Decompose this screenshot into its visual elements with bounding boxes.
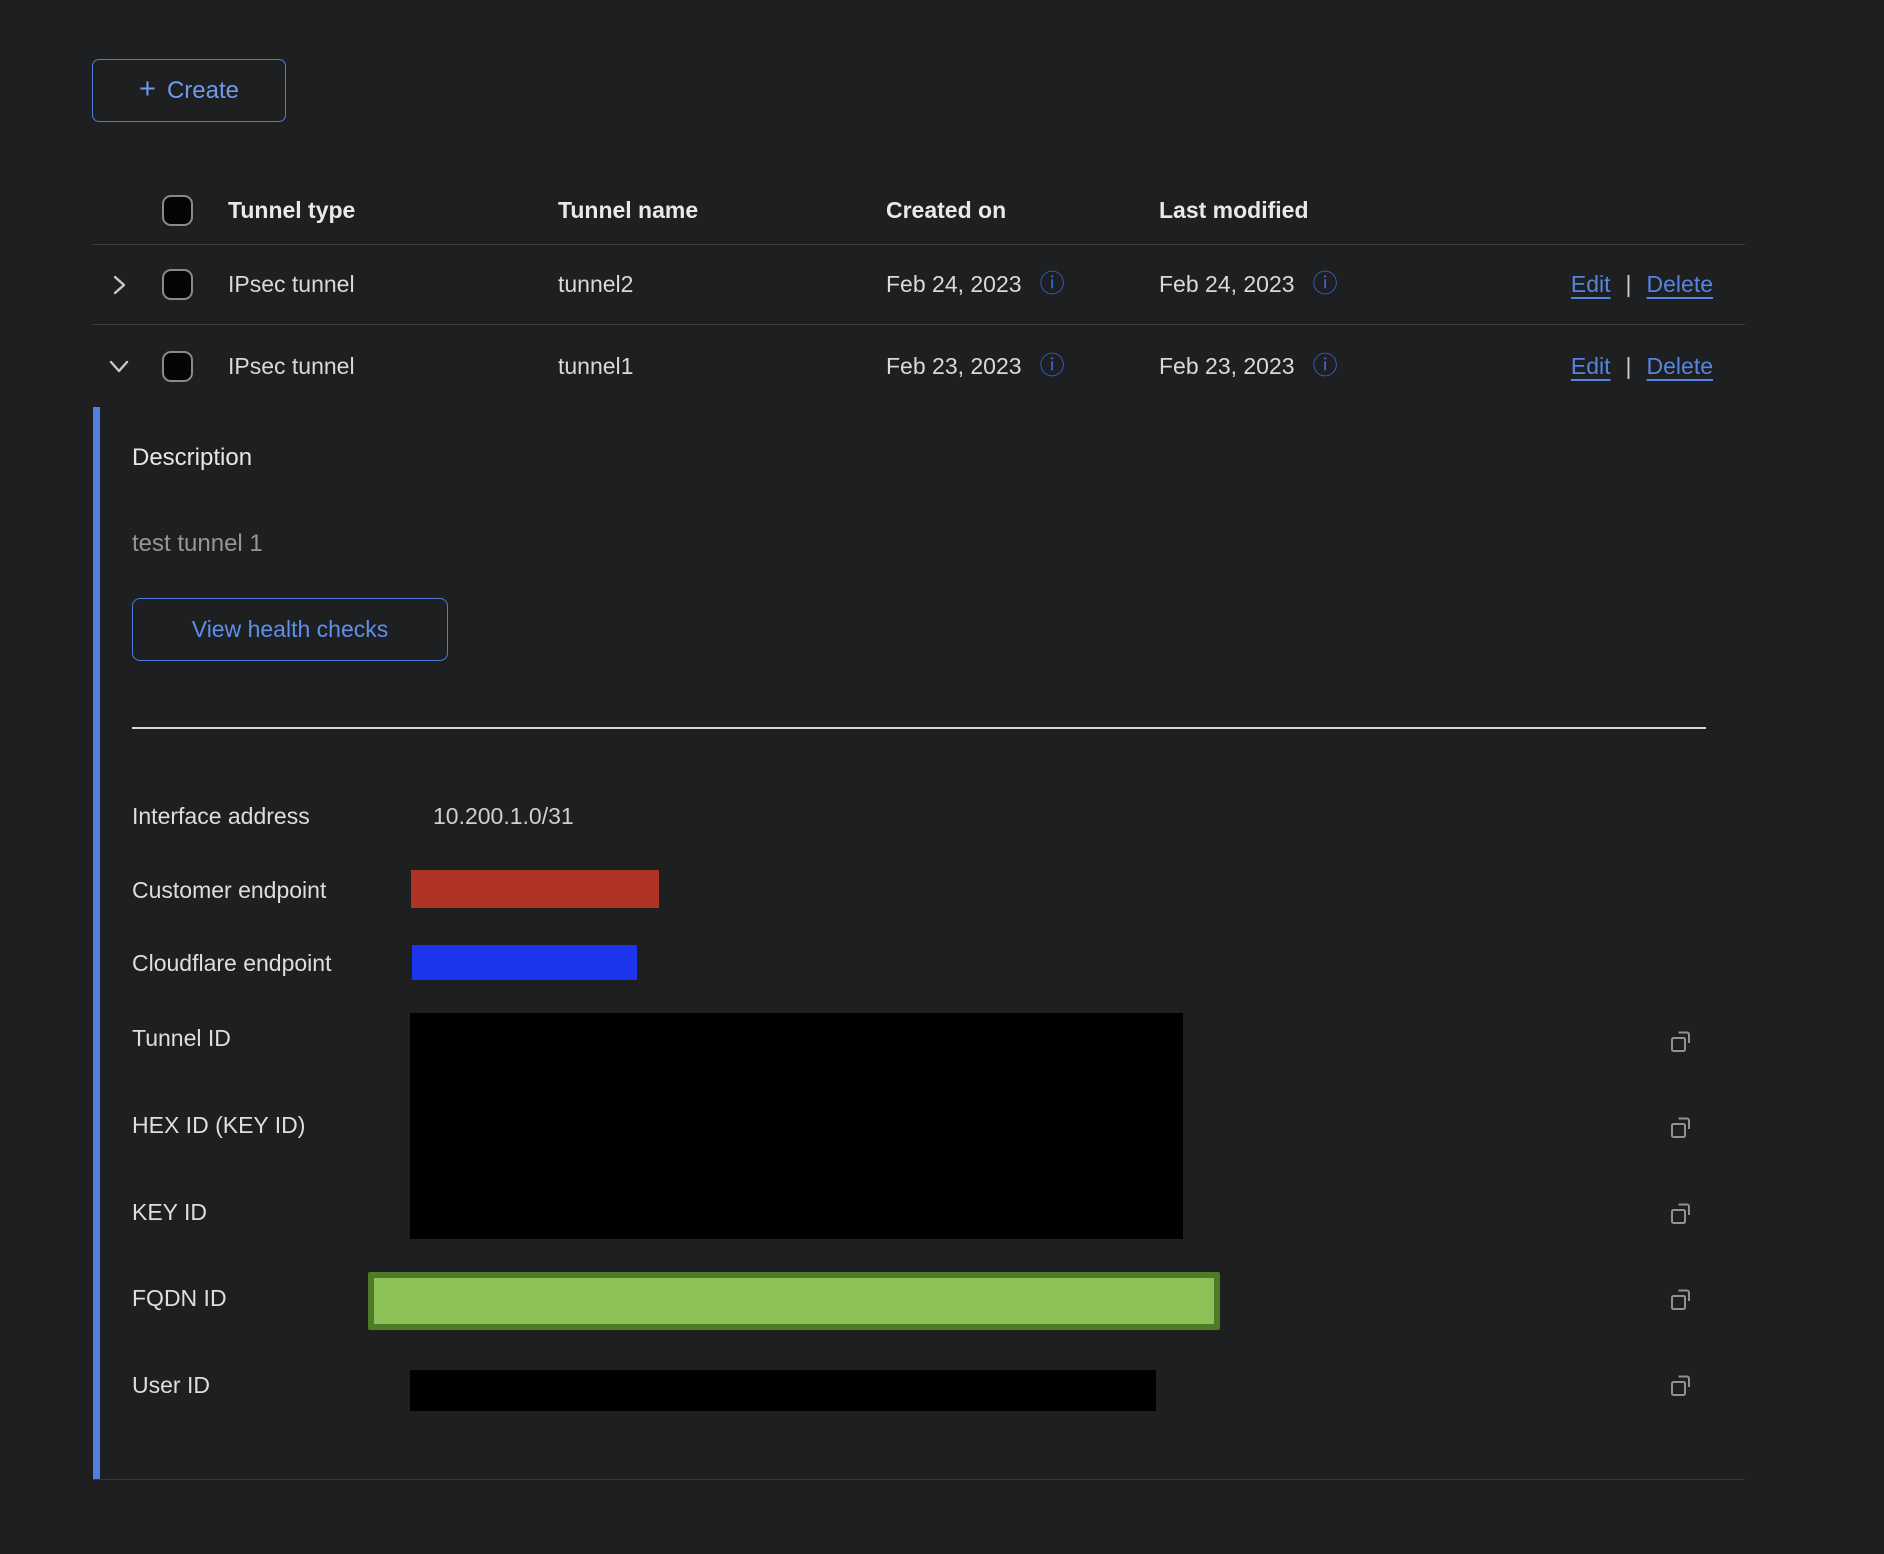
tunnel-name-value: tunnel2 (558, 271, 886, 298)
last-modified-value: Feb 24, 2023 (1159, 271, 1295, 298)
interface-address-label: Interface address (132, 802, 310, 830)
action-separator: | (1626, 353, 1632, 380)
tunnels-page: + Create Tunnel type Tunnel name Created… (0, 0, 1884, 1554)
interface-address-value: 10.200.1.0/31 (433, 802, 574, 830)
user-id-label: User ID (132, 1371, 210, 1399)
copy-icon (1667, 1285, 1695, 1313)
description-label: Description (132, 444, 252, 472)
cloudflare-endpoint-redacted-value (412, 945, 637, 980)
info-icon[interactable]: ⓘ (1313, 354, 1338, 379)
select-all-checkbox[interactable] (162, 195, 193, 226)
section-divider (132, 727, 1706, 729)
tunnel-name-value: tunnel1 (558, 353, 886, 380)
info-icon[interactable]: ⓘ (1313, 272, 1338, 297)
description-value: test tunnel 1 (132, 530, 263, 558)
row-checkbox[interactable] (162, 269, 193, 300)
header-last-modified: Last modified (1159, 197, 1436, 224)
copy-user-id-button[interactable] (1666, 1370, 1696, 1400)
view-health-checks-button[interactable]: View health checks (132, 598, 448, 661)
row-checkbox[interactable] (162, 351, 193, 382)
copy-icon (1667, 1199, 1695, 1227)
copy-icon (1667, 1027, 1695, 1055)
chevron-down-icon[interactable] (104, 351, 134, 381)
copy-icon (1667, 1113, 1695, 1141)
copy-fqdn-id-button[interactable] (1666, 1284, 1696, 1314)
tunnels-table: Tunnel type Tunnel name Created on Last … (93, 176, 1745, 407)
fqdn-id-redacted-value (368, 1272, 1220, 1330)
user-id-redacted-value (410, 1370, 1156, 1411)
header-tunnel-name: Tunnel name (558, 197, 886, 224)
info-icon[interactable]: ⓘ (1040, 272, 1065, 297)
info-icon[interactable]: ⓘ (1040, 354, 1065, 379)
create-button[interactable]: + Create (92, 59, 286, 122)
header-tunnel-type: Tunnel type (228, 197, 558, 224)
table-header-row: Tunnel type Tunnel name Created on Last … (93, 176, 1745, 245)
copy-hex-id-button[interactable] (1666, 1112, 1696, 1142)
created-on-value: Feb 24, 2023 (886, 271, 1022, 298)
tunnel-hex-key-id-redacted-value (410, 1013, 1183, 1239)
chevron-right-icon[interactable] (104, 270, 134, 300)
fqdn-id-label: FQDN ID (132, 1284, 227, 1312)
tunnel-type-value: IPsec tunnel (228, 271, 558, 298)
created-on-value: Feb 23, 2023 (886, 353, 1022, 380)
panel-bottom-divider (93, 1479, 1745, 1480)
key-id-label: KEY ID (132, 1198, 207, 1226)
header-created-on: Created on (886, 197, 1159, 224)
cloudflare-endpoint-label: Cloudflare endpoint (132, 949, 331, 977)
plus-icon: + (139, 75, 156, 104)
last-modified-value: Feb 23, 2023 (1159, 353, 1295, 380)
copy-icon (1667, 1371, 1695, 1399)
delete-link[interactable]: Delete (1647, 353, 1713, 380)
table-row: IPsec tunnel tunnel2 Feb 24, 2023 ⓘ Feb … (93, 245, 1745, 325)
hex-id-label: HEX ID (KEY ID) (132, 1111, 305, 1139)
copy-key-id-button[interactable] (1666, 1198, 1696, 1228)
action-separator: | (1626, 271, 1632, 298)
tunnel-type-value: IPsec tunnel (228, 353, 558, 380)
expanded-row-indicator-bar (93, 407, 100, 1479)
create-button-label: Create (167, 77, 239, 105)
customer-endpoint-redacted-value (411, 870, 659, 908)
table-row: IPsec tunnel tunnel1 Feb 23, 2023 ⓘ Feb … (93, 325, 1745, 407)
edit-link[interactable]: Edit (1571, 353, 1611, 380)
copy-tunnel-id-button[interactable] (1666, 1026, 1696, 1056)
header-checkbox-cell (149, 195, 228, 226)
edit-link[interactable]: Edit (1571, 271, 1611, 298)
customer-endpoint-label: Customer endpoint (132, 876, 326, 904)
delete-link[interactable]: Delete (1647, 271, 1713, 298)
tunnel-id-label: Tunnel ID (132, 1024, 231, 1052)
